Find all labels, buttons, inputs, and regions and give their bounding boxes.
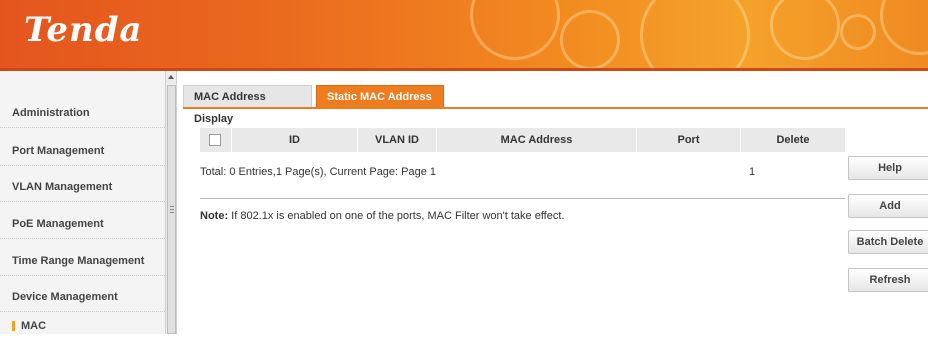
active-marker-icon <box>12 321 15 332</box>
divider <box>200 198 845 199</box>
column-header-id[interactable]: ID <box>232 128 358 152</box>
scrollbar-thumb[interactable] <box>167 85 176 334</box>
tab-static-mac-address[interactable]: Static MAC Address <box>316 85 444 107</box>
batch-delete-button[interactable]: Batch Delete <box>848 230 928 254</box>
tab-underline <box>183 107 928 109</box>
decor-circle <box>770 0 840 60</box>
pagination-summary: Total: 0 Entries,1 Page(s), Current Page… <box>200 166 437 178</box>
sidebar-item-vlan-management[interactable]: VLAN Management <box>0 172 165 202</box>
sidebar-item-label: PoE Management <box>12 218 104 230</box>
note-message: If 802.1x is enabled on one of the ports… <box>228 210 565 222</box>
sidebar-item-administration[interactable]: Administration <box>0 98 165 128</box>
column-header-vlan-id[interactable]: VLAN ID <box>358 128 437 152</box>
sidebar-item-label: VLAN Management <box>12 181 113 193</box>
select-all-checkbox[interactable] <box>209 134 221 146</box>
page-number-link[interactable]: 1 <box>749 166 755 178</box>
column-header-delete[interactable]: Delete <box>741 128 845 152</box>
sidebar-item-label: Time Range Management <box>12 255 145 267</box>
note-text: Note: If 802.1x is enabled on one of the… <box>200 210 564 222</box>
decor-circle <box>560 10 620 68</box>
decor-circle <box>640 0 750 68</box>
brand-logo: Tenda <box>24 10 143 50</box>
table-header: ID VLAN ID MAC Address Port Delete <box>200 128 845 152</box>
scroll-up-arrow-icon[interactable] <box>168 75 174 79</box>
sidebar: Administration Port Management VLAN Mana… <box>0 71 165 334</box>
select-all-cell <box>200 128 232 152</box>
sidebar-item-label: Device Management <box>12 291 118 303</box>
sidebar-item-mac[interactable]: MAC <box>0 311 165 341</box>
column-header-mac-address[interactable]: MAC Address <box>437 128 637 152</box>
sidebar-scrollbar[interactable] <box>165 71 177 334</box>
sidebar-item-poe-management[interactable]: PoE Management <box>0 209 165 239</box>
note-label: Note: <box>200 210 229 222</box>
refresh-button[interactable]: Refresh <box>848 268 928 292</box>
sidebar-item-device-management[interactable]: Device Management <box>0 282 165 312</box>
tab-mac-address-display[interactable]: MAC Address Display <box>183 85 312 125</box>
header-banner: Tenda <box>0 0 928 68</box>
grip-icon <box>170 206 174 213</box>
decor-circle <box>470 0 560 60</box>
decor-circle <box>880 0 928 55</box>
sidebar-item-time-range-management[interactable]: Time Range Management <box>0 246 165 276</box>
add-button[interactable]: Add <box>848 194 928 218</box>
decor-circle <box>840 14 876 50</box>
sidebar-item-port-management[interactable]: Port Management <box>0 136 165 166</box>
sidebar-item-label: Administration <box>12 107 90 119</box>
help-button[interactable]: Help <box>848 156 928 180</box>
sidebar-item-label: MAC <box>21 320 47 332</box>
column-header-port[interactable]: Port <box>637 128 741 152</box>
sidebar-item-label: Port Management <box>12 145 105 157</box>
